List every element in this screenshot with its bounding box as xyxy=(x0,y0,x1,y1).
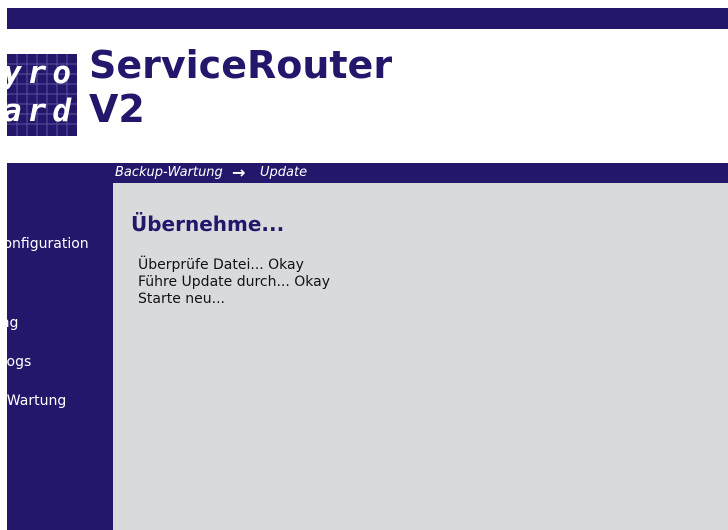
app-title-line1: ServiceRouter xyxy=(89,43,393,87)
sidebar-item-logs[interactable]: Logs xyxy=(7,354,31,371)
top-bar xyxy=(7,8,728,29)
sidebar: Konfiguration Wartung Logs Backup-Wartun… xyxy=(7,163,113,530)
breadcrumb-current: Update xyxy=(260,165,308,180)
top-strip xyxy=(7,0,728,8)
page: yro ard ServiceRouter V2 Konfiguration W… xyxy=(0,0,728,530)
app-title: ServiceRouter V2 xyxy=(89,43,392,131)
logo: yro ard xyxy=(7,54,77,136)
header: yro ard ServiceRouter V2 xyxy=(7,29,728,163)
sidebar-item-backup-wartung[interactable]: Backup-Wartung xyxy=(7,393,66,410)
log-line: Starte neu... xyxy=(138,291,225,307)
sidebar-item-label: Konfiguration xyxy=(7,236,89,252)
app-title-line2: V2 xyxy=(89,87,145,131)
sidebar-item-konfiguration[interactable]: Konfiguration xyxy=(7,236,89,253)
main-content: Übernehme... Überprüfe Datei... Okay Füh… xyxy=(113,183,728,530)
page-title: Übernehme... xyxy=(131,212,285,236)
sidebar-item-label: Logs xyxy=(7,354,32,370)
breadcrumb: Backup-Wartung → Update xyxy=(113,163,728,183)
logo-text-bottom: ard xyxy=(7,93,77,129)
log-line: Überprüfe Datei... Okay xyxy=(138,257,304,273)
arrow-right-icon: → xyxy=(232,163,246,182)
logo-text-top: yro xyxy=(7,55,77,91)
status-log: Überprüfe Datei... Okay Führe Update dur… xyxy=(138,257,330,308)
sidebar-item-label: Backup-Wartung xyxy=(7,393,67,409)
log-line: Führe Update durch... Okay xyxy=(138,274,331,290)
breadcrumb-parent-link[interactable]: Backup-Wartung xyxy=(115,163,223,183)
sidebar-item-label: Wartung xyxy=(7,315,19,331)
sidebar-item-wartung[interactable]: Wartung xyxy=(7,315,18,332)
